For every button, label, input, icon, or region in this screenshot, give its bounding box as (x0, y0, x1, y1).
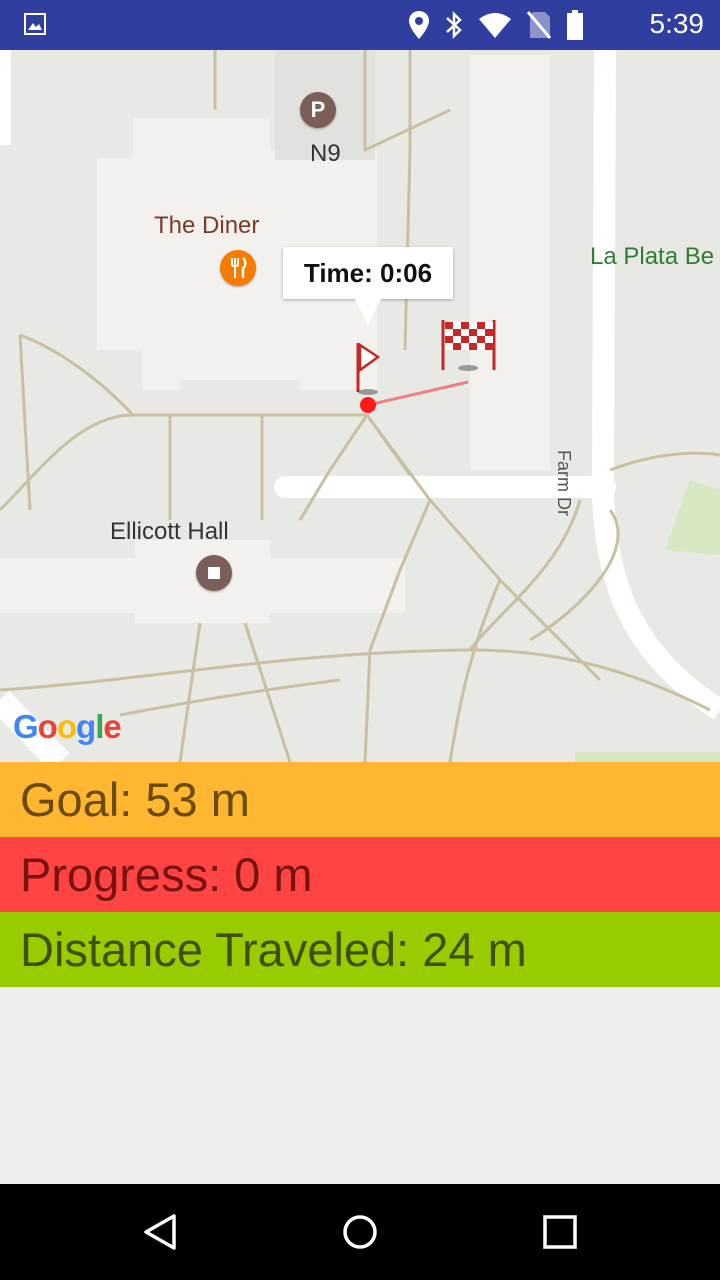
road-label: Farm Dr (554, 450, 574, 516)
no-sim-icon (526, 11, 552, 39)
image-notification-icon (24, 13, 46, 35)
status-icons (408, 10, 584, 40)
current-location-dot (360, 397, 376, 413)
navigation-bar (0, 1184, 720, 1280)
map-canvas (0, 50, 720, 762)
google-logo-letter: e (103, 708, 121, 745)
green-strip (575, 752, 720, 762)
park-label[interactable]: La Plata Be (590, 243, 714, 271)
map-view[interactable]: P N9 The Diner La Plata Be Farm Dr Ellic… (0, 50, 720, 762)
parking-glyph: P (310, 97, 326, 122)
battery-icon (567, 10, 583, 40)
fork-knife-icon (231, 256, 247, 278)
farm-dr-road (591, 50, 720, 720)
route-line (367, 380, 469, 407)
building-label[interactable]: Ellicott Hall (110, 518, 229, 546)
wifi-icon (479, 13, 511, 38)
bluetooth-icon (446, 10, 462, 40)
parking-label: N9 (310, 140, 341, 167)
green-area (665, 480, 720, 555)
google-logo[interactable]: Google (13, 708, 122, 746)
building-icon[interactable] (196, 555, 232, 591)
google-logo-letter: g (76, 708, 96, 745)
distance-bar: Distance Traveled: 24 m (0, 912, 720, 987)
building-glyph (208, 567, 220, 579)
tall-building (470, 55, 550, 470)
google-logo-letter: G (13, 708, 39, 745)
home-icon[interactable] (340, 1212, 380, 1252)
google-logo-letter: o (56, 708, 77, 745)
recents-icon[interactable] (540, 1212, 580, 1252)
back-icon[interactable] (140, 1212, 180, 1252)
google-logo-letter: o (37, 708, 58, 745)
time-info-window[interactable]: Time: 0:06 (283, 247, 453, 325)
restaurant-label[interactable]: The Diner (154, 212, 259, 240)
status-bar: 5:39 (0, 0, 720, 50)
restaurant-icon[interactable] (220, 250, 256, 286)
progress-bar: Progress: 0 m (0, 837, 720, 912)
clock: 5:39 (649, 8, 705, 39)
location-icon (409, 11, 429, 39)
goal-bar: Goal: 53 m (0, 762, 720, 837)
parking-icon[interactable]: P (300, 92, 336, 128)
